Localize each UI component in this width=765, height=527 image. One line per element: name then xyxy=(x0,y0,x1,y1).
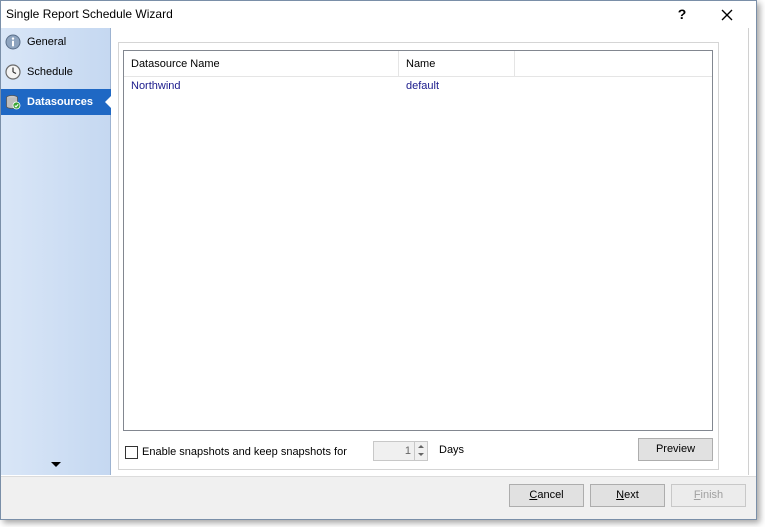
next-button[interactable]: Next xyxy=(590,484,665,507)
datasources-grid[interactable]: Datasource Name Name Northwind default xyxy=(123,50,713,431)
stepper-up-icon[interactable] xyxy=(418,445,424,448)
sidebar-scroll-down-icon[interactable] xyxy=(51,462,61,467)
stepper-down-icon[interactable] xyxy=(418,453,424,456)
nav-item-label: General xyxy=(27,36,67,48)
help-button[interactable]: ? xyxy=(667,3,697,25)
nav-item-general[interactable]: General xyxy=(1,29,111,55)
preview-button[interactable]: Preview xyxy=(638,438,713,461)
finish-mnemonic: F xyxy=(693,489,701,501)
enable-snapshots-checkbox[interactable] xyxy=(125,446,138,459)
snapshot-days-value[interactable]: 1 xyxy=(374,442,414,460)
wizard-sidebar: General Schedule Datasources xyxy=(1,28,112,475)
snapshot-days-stepper[interactable]: 1 xyxy=(373,441,428,461)
nav-item-label: Datasources xyxy=(27,96,94,108)
title-bar: Single Report Schedule Wizard ? xyxy=(1,1,756,28)
clock-icon xyxy=(5,64,21,80)
info-icon xyxy=(5,34,21,50)
cancel-button[interactable]: Cancel xyxy=(509,484,584,507)
window-title: Single Report Schedule Wizard xyxy=(6,7,173,21)
close-icon xyxy=(721,9,733,21)
next-mnemonic: N xyxy=(616,489,625,501)
nav-item-datasources[interactable]: Datasources xyxy=(1,89,112,115)
nav-item-schedule[interactable]: Schedule xyxy=(1,59,111,85)
cancel-label-rest: ancel xyxy=(537,489,564,501)
column-header-name[interactable]: Name xyxy=(399,51,515,77)
nav-item-label: Schedule xyxy=(27,66,73,78)
cell-datasource-name: Northwind xyxy=(131,80,181,92)
close-button[interactable] xyxy=(711,3,743,25)
next-label-rest: ext xyxy=(624,489,639,501)
database-icon xyxy=(6,95,21,110)
enable-snapshots-label: Enable snapshots and keep snapshots for xyxy=(142,446,347,458)
finish-label-rest: inish xyxy=(700,489,724,501)
stepper-buttons xyxy=(414,442,427,460)
cell-name: default xyxy=(406,80,440,92)
grid-header: Datasource Name Name xyxy=(124,51,712,77)
days-label: Days xyxy=(439,444,465,456)
column-header-datasource-name[interactable]: Datasource Name xyxy=(124,51,399,77)
finish-button[interactable]: Finish xyxy=(671,484,746,507)
table-row[interactable]: Northwind default xyxy=(124,78,712,95)
